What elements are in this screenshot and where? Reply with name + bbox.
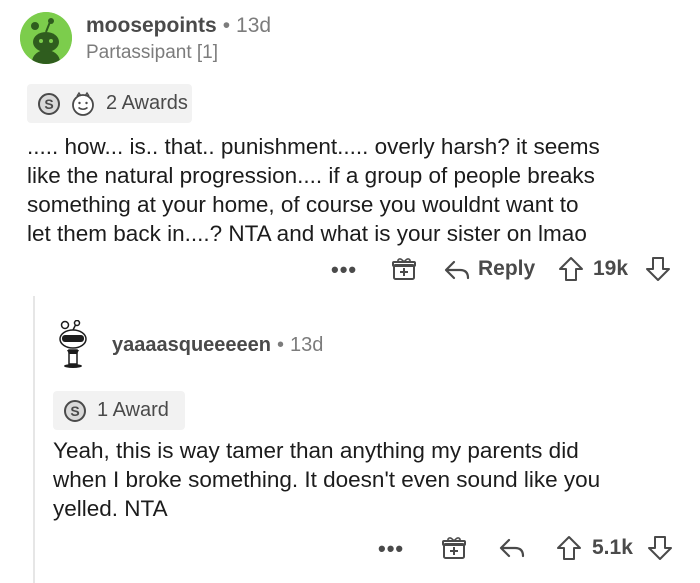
svg-text:S: S [70, 403, 79, 419]
awards-badge[interactable]: S 1 Award [53, 391, 185, 430]
comment-age: 13d [290, 334, 324, 356]
user-flair: Partassipant [1] [86, 42, 219, 63]
comment-line: Yeah, this is way tamer than anything my… [53, 438, 579, 463]
comment-line: yelled. NTA [53, 496, 168, 521]
comment-line: something at your home, of course you wo… [27, 192, 579, 217]
awards-count: 2 Awards [106, 92, 188, 114]
username-link[interactable]: yaaaasqueeeeen [112, 334, 271, 356]
comment-body: ..... how... is.. that.. punishment.....… [27, 132, 687, 248]
more-options-button[interactable]: ••• [378, 536, 404, 562]
comment-line: ..... how... is.. that.. punishment.....… [27, 134, 600, 159]
upvote-icon[interactable] [558, 256, 584, 282]
comment-body: Yeah, this is way tamer than anything my… [53, 436, 683, 523]
comment-age: 13d [236, 14, 272, 37]
vote-count: 19k [593, 257, 629, 280]
avatar[interactable] [53, 320, 93, 368]
vote-count: 5.1k [592, 536, 633, 559]
avatar[interactable] [20, 12, 72, 64]
wholesome-award-icon [72, 91, 94, 116]
reply-arrow-icon [444, 260, 470, 280]
svg-text:S: S [44, 96, 53, 112]
comment-author-line: yaaaasqueeeeen • 13d [112, 334, 323, 357]
more-options-button[interactable]: ••• [331, 257, 357, 283]
downvote-icon[interactable] [647, 535, 673, 561]
snoo-avatar-icon [20, 12, 72, 64]
reply-label: Reply [478, 257, 536, 280]
downvote-icon[interactable] [645, 256, 671, 282]
comment-author-line: moosepoints • 13d [86, 14, 271, 38]
awards-count: 1 Award [97, 399, 169, 421]
give-award-icon[interactable] [391, 256, 417, 282]
upvote-icon[interactable] [556, 535, 582, 561]
thread-line[interactable] [33, 296, 35, 583]
awards-badge[interactable]: S 2 Awards [27, 84, 192, 123]
separator-dot: • [277, 334, 285, 356]
reply-arrow-icon[interactable] [499, 537, 525, 559]
username-link[interactable]: moosepoints [86, 14, 217, 37]
silver-award-icon: S [38, 93, 60, 115]
silver-award-icon: S [64, 400, 86, 422]
comment-line: like the natural progression.... if a gr… [27, 163, 595, 188]
comment-line: when I broke something. It doesn't even … [53, 467, 601, 492]
separator-dot: • [222, 14, 231, 37]
comment-line: let them back in....? NTA and what is yo… [27, 221, 587, 246]
give-award-icon[interactable] [441, 535, 467, 561]
